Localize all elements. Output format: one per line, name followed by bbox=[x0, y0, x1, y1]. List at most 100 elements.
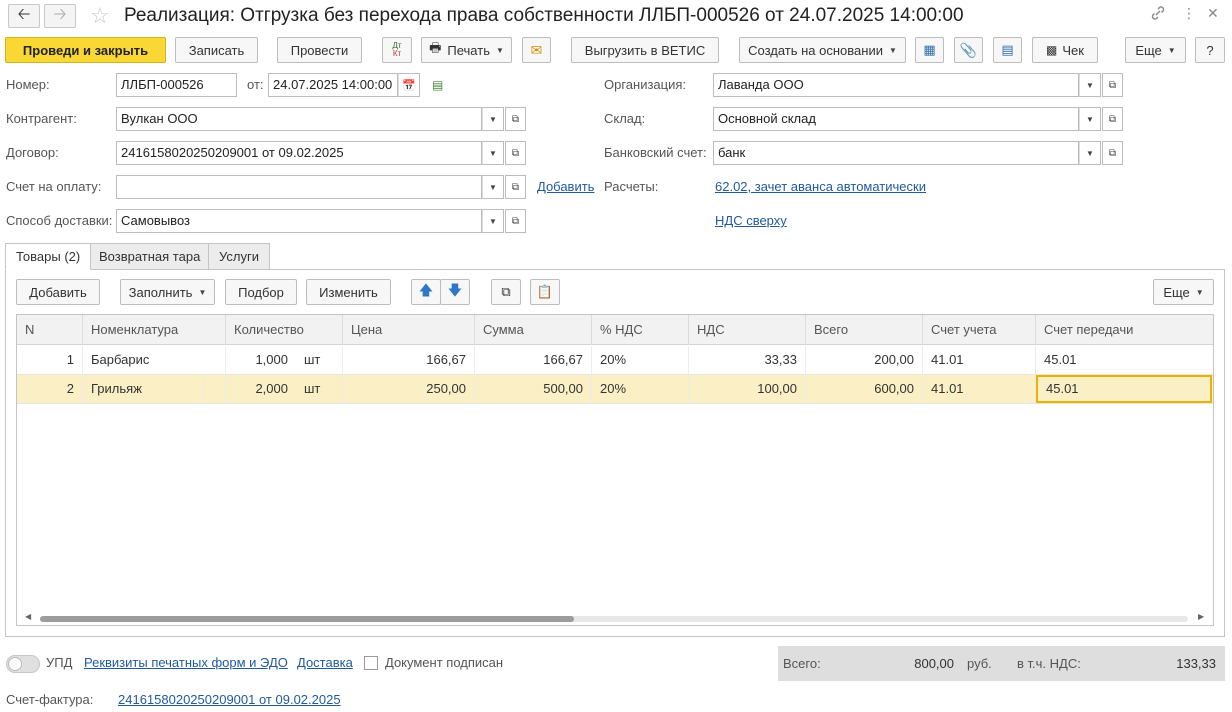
cell-account[interactable]: 41.01 bbox=[923, 375, 1036, 403]
receipt-button[interactable]: ▩ Чек bbox=[1032, 37, 1098, 63]
close-icon[interactable]: ✕ bbox=[1207, 5, 1219, 22]
cell-total[interactable]: 600,00 bbox=[806, 375, 923, 403]
settlements-link[interactable]: 62.02, зачет аванса автоматически bbox=[715, 175, 926, 199]
cell-transfer-account[interactable]: 45.01 bbox=[1036, 346, 1213, 374]
cell-item[interactable]: Грильяж bbox=[83, 375, 204, 403]
help-button[interactable]: ? bbox=[1195, 37, 1225, 63]
more-button[interactable]: Еще ▼ bbox=[1125, 37, 1186, 63]
tab-returnable-packaging[interactable]: Возвратная тара bbox=[88, 243, 212, 270]
cell-quantity[interactable]: 1,000 bbox=[226, 346, 296, 374]
cell-unit[interactable]: шт bbox=[296, 346, 343, 374]
organization-open-button[interactable]: ⧉ bbox=[1102, 73, 1123, 97]
warehouse-dropdown[interactable]: ▼ bbox=[1079, 107, 1101, 131]
calendar-button[interactable]: 📅 bbox=[398, 73, 420, 97]
comment-icon[interactable]: ▤ bbox=[432, 78, 443, 92]
column-header-sum[interactable]: Сумма bbox=[475, 315, 592, 345]
print-requisites-link[interactable]: Реквизиты печатных форм и ЭДО bbox=[84, 651, 288, 675]
export-vetis-button[interactable]: Выгрузить в ВЕТИС bbox=[571, 37, 719, 63]
bank-account-field[interactable]: банк bbox=[713, 141, 1079, 165]
back-button[interactable]: 🡠 bbox=[8, 4, 40, 28]
email-button[interactable]: ✉ bbox=[522, 37, 551, 63]
invoice-dropdown[interactable]: ▼ bbox=[482, 175, 504, 199]
cell-item-extra[interactable] bbox=[204, 375, 226, 403]
cell-total[interactable]: 200,00 bbox=[806, 346, 923, 374]
pick-button[interactable]: Подбор bbox=[225, 279, 297, 305]
invoice-open-button[interactable]: ⧉ bbox=[505, 175, 526, 199]
counterparty-field[interactable]: Вулкан ООО bbox=[116, 107, 482, 131]
cell-item[interactable]: Барбарис bbox=[83, 346, 226, 374]
contract-dropdown[interactable]: ▼ bbox=[482, 141, 504, 165]
column-header-n[interactable]: N bbox=[17, 315, 83, 345]
post-and-close-button[interactable]: Проведи и закрыть bbox=[5, 37, 166, 63]
cell-unit[interactable]: шт bbox=[296, 375, 343, 403]
create-based-on-button[interactable]: Создать на основании ▼ bbox=[739, 37, 906, 63]
vat-on-top-link[interactable]: НДС сверху bbox=[715, 209, 787, 233]
fill-button[interactable]: Заполнить ▼ bbox=[120, 279, 215, 305]
cell-price[interactable]: 250,00 bbox=[343, 375, 475, 403]
post-button[interactable]: Провести bbox=[277, 37, 362, 63]
delivery-method-field[interactable]: Самовывоз bbox=[116, 209, 482, 233]
column-header-total[interactable]: Всего bbox=[806, 315, 923, 345]
cell-vat[interactable]: 100,00 bbox=[689, 375, 806, 403]
column-header-price[interactable]: Цена bbox=[343, 315, 475, 345]
cell-account[interactable]: 41.01 bbox=[923, 346, 1036, 374]
cell-quantity[interactable]: 2,000 bbox=[226, 375, 296, 403]
scroll-left-icon[interactable]: ◀ bbox=[25, 612, 31, 621]
copy-button[interactable]: ⧉ bbox=[491, 279, 521, 305]
contract-field[interactable]: 2416158020250209001 от 09.02.2025 bbox=[116, 141, 482, 165]
counterparty-dropdown[interactable]: ▼ bbox=[482, 107, 504, 131]
delivery-open-button[interactable]: ⧉ bbox=[505, 209, 526, 233]
table-row[interactable]: 2 Грильяж 2,000 шт 250,00 500,00 20% 100… bbox=[17, 375, 1213, 404]
contract-open-button[interactable]: ⧉ bbox=[505, 141, 526, 165]
table-row[interactable]: 1 Барбарис 1,000 шт 166,67 166,67 20% 33… bbox=[17, 346, 1213, 375]
cell-sum[interactable]: 500,00 bbox=[475, 375, 592, 403]
column-header-quantity[interactable]: Количество bbox=[226, 315, 343, 345]
paste-button[interactable]: 📋 bbox=[530, 279, 560, 305]
dt-kt-button[interactable]: Дт Кт bbox=[382, 37, 412, 63]
favorite-star-icon[interactable]: ☆ bbox=[90, 3, 110, 29]
cell-sum[interactable]: 166,67 bbox=[475, 346, 592, 374]
column-header-item[interactable]: Номенклатура bbox=[83, 315, 226, 345]
cell-n[interactable]: 1 bbox=[17, 346, 83, 374]
scroll-thumb[interactable] bbox=[40, 616, 574, 622]
more-vertical-icon[interactable]: ⋮ bbox=[1182, 5, 1196, 22]
scroll-right-icon[interactable]: ▶ bbox=[1198, 612, 1204, 621]
move-down-button[interactable]: 🡇 bbox=[440, 279, 470, 305]
document-signed-checkbox[interactable] bbox=[364, 656, 378, 670]
cell-vat[interactable]: 33,33 bbox=[689, 346, 806, 374]
organization-field[interactable]: Лаванда ООО bbox=[713, 73, 1079, 97]
bank-account-open-button[interactable]: ⧉ bbox=[1102, 141, 1123, 165]
change-button[interactable]: Изменить bbox=[306, 279, 391, 305]
warehouse-open-button[interactable]: ⧉ bbox=[1102, 107, 1123, 131]
add-row-button[interactable]: Добавить bbox=[16, 279, 100, 305]
attachments-button[interactable]: 📎 bbox=[954, 37, 983, 63]
date-field[interactable]: 24.07.2025 14:00:00 bbox=[268, 73, 398, 97]
delivery-dropdown[interactable]: ▼ bbox=[482, 209, 504, 233]
invoice-for-payment-field[interactable] bbox=[116, 175, 482, 199]
organization-dropdown[interactable]: ▼ bbox=[1079, 73, 1101, 97]
tax-invoice-link[interactable]: 2416158020250209001 от 09.02.2025 bbox=[118, 688, 341, 712]
column-header-transfer-account[interactable]: Счет передачи bbox=[1036, 315, 1213, 345]
delivery-link[interactable]: Доставка bbox=[297, 651, 353, 675]
upd-toggle[interactable] bbox=[6, 655, 40, 673]
move-up-button[interactable]: 🡅 bbox=[411, 279, 441, 305]
counterparty-open-button[interactable]: ⧉ bbox=[505, 107, 526, 131]
forward-button[interactable]: 🡢 bbox=[44, 4, 76, 28]
cell-vat-rate[interactable]: 20% bbox=[592, 375, 689, 403]
warehouse-field[interactable]: Основной склад bbox=[713, 107, 1079, 131]
cell-vat-rate[interactable]: 20% bbox=[592, 346, 689, 374]
bank-account-dropdown[interactable]: ▼ bbox=[1079, 141, 1101, 165]
table-more-button[interactable]: Еще ▼ bbox=[1153, 279, 1214, 305]
goods-table[interactable]: N Номенклатура Количество Цена Сумма % Н… bbox=[16, 314, 1214, 626]
tab-services[interactable]: Услуги bbox=[208, 243, 270, 270]
save-button[interactable]: Записать bbox=[175, 37, 258, 63]
print-button[interactable]: 🖶 Печать ▼ bbox=[421, 37, 512, 63]
report-button[interactable]: ▤ bbox=[993, 37, 1022, 63]
cell-transfer-account[interactable]: 45.01 bbox=[1036, 375, 1212, 403]
structure-button[interactable]: ▦ bbox=[915, 37, 944, 63]
column-header-vat[interactable]: НДС bbox=[689, 315, 806, 345]
cell-n[interactable]: 2 bbox=[17, 375, 83, 403]
column-header-vat-rate[interactable]: % НДС bbox=[592, 315, 689, 345]
horizontal-scrollbar[interactable]: ◀ ▶ bbox=[16, 612, 1214, 626]
cell-price[interactable]: 166,67 bbox=[343, 346, 475, 374]
